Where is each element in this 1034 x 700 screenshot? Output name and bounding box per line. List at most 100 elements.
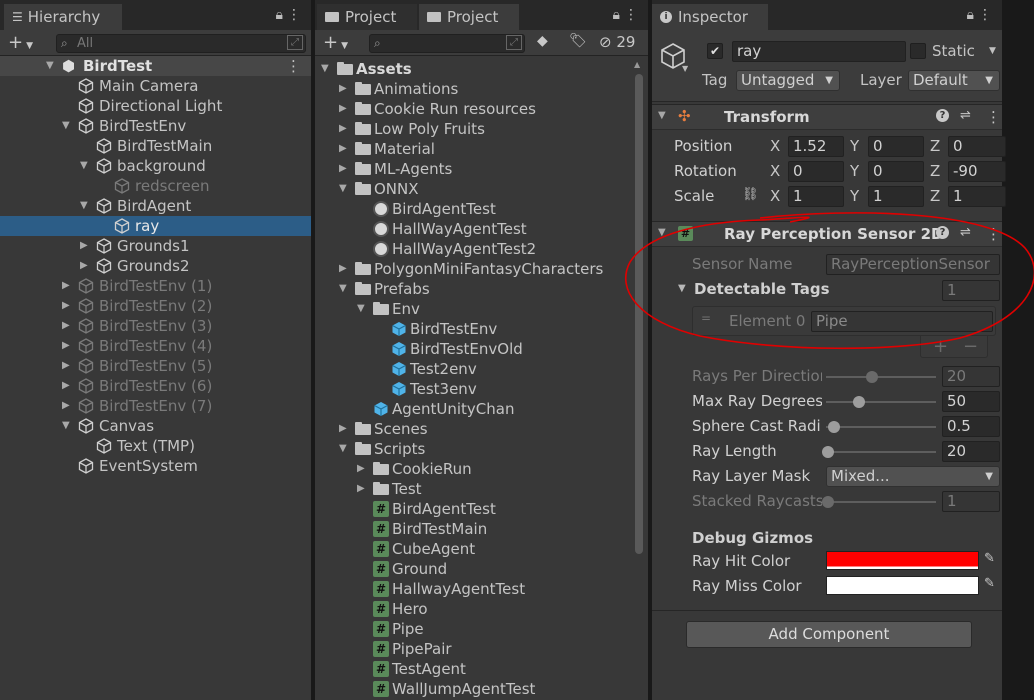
project-item[interactable]: ▶ ML-Agents <box>315 159 628 179</box>
rotation-y-field[interactable]: 0 <box>868 161 924 182</box>
tag-dropdown[interactable]: Untagged ▼ <box>736 70 840 91</box>
project-item[interactable]: BirdTestEnv <box>315 319 628 339</box>
ray-layer-mask-dropdown[interactable]: Mixed... ▼ <box>826 466 1000 487</box>
filter-by-label-icon[interactable]: 🏷︎ <box>569 33 587 49</box>
collapse-arrow-icon[interactable]: ▶ <box>339 79 347 99</box>
hierarchy-item[interactable]: ▶ BirdTestEnv (7) <box>0 396 311 416</box>
project-tab-menu[interactable]: 🔒︎⋮ <box>613 7 642 23</box>
expand-arrow-icon[interactable]: ▼ <box>357 299 365 319</box>
eyedropper-icon[interactable]: ✎ <box>984 551 995 566</box>
collapse-arrow-icon[interactable]: ▶ <box>62 316 70 336</box>
project-item[interactable]: ▶ Scenes <box>315 419 628 439</box>
collapse-arrow-icon[interactable]: ▶ <box>62 396 70 416</box>
hierarchy-item[interactable]: ▼ BirdAgent <box>0 196 311 216</box>
lock-icon[interactable]: 🔒︎ <box>613 7 624 23</box>
static-checkbox[interactable] <box>910 43 926 59</box>
rays-per-direction-field[interactable]: 20 <box>942 366 1000 387</box>
axis-x-label[interactable]: X <box>770 187 780 205</box>
project-item[interactable]: ▼ Prefabs <box>315 279 628 299</box>
expand-arrow-icon[interactable]: ▼ <box>62 116 70 136</box>
project-item[interactable]: # CubeAgent <box>315 539 628 559</box>
component-menu-icon[interactable]: ⋮ <box>986 108 1001 126</box>
scrollbar-thumb[interactable] <box>635 74 643 554</box>
hidden-packages-toggle[interactable]: ⊘ 29 <box>599 33 635 51</box>
ray-miss-color-swatch[interactable] <box>826 576 979 595</box>
scale-y-field[interactable]: 1 <box>868 186 924 207</box>
project-item[interactable]: # Pipe <box>315 619 628 639</box>
detectable-tags-label[interactable]: Detectable Tags <box>694 280 830 298</box>
hierarchy-item[interactable]: BirdTestMain <box>0 136 311 156</box>
collapse-arrow-icon[interactable]: ▶ <box>62 296 70 316</box>
project-item[interactable]: ▶ PolygonMiniFantasyCharacters <box>315 259 628 279</box>
hierarchy-item[interactable]: ▶ BirdTestEnv (6) <box>0 376 311 396</box>
position-z-field[interactable]: 0 <box>948 136 1006 157</box>
project-scrollbar[interactable]: ▲ <box>634 60 644 700</box>
project-item[interactable]: AgentUnityChan <box>315 399 628 419</box>
expand-arrow-icon[interactable]: ▼ <box>339 439 347 459</box>
project-item[interactable]: ▶ CookieRun <box>315 459 628 479</box>
hierarchy-item[interactable]: redscreen <box>0 176 311 196</box>
hierarchy-item[interactable]: ▶ BirdTestEnv (3) <box>0 316 311 336</box>
hierarchy-item[interactable]: EventSystem <box>0 456 311 476</box>
expand-arrow-icon[interactable]: ▼ <box>62 416 70 436</box>
hierarchy-item[interactable]: ▶ BirdTestEnv (5) <box>0 356 311 376</box>
hierarchy-item[interactable]: Main Camera <box>0 76 311 96</box>
project-item[interactable]: ▶ Cookie Run resources <box>315 99 628 119</box>
element0-field[interactable]: Pipe <box>811 311 993 332</box>
expand-arrow-icon[interactable]: ▼ <box>339 279 347 299</box>
scroll-up-arrow-icon[interactable]: ▲ <box>634 60 640 69</box>
ray-length-slider-knob[interactable] <box>822 446 834 458</box>
project-item[interactable]: HallWayAgentTest <box>315 219 628 239</box>
collapse-arrow-icon[interactable]: ▶ <box>62 356 70 376</box>
hierarchy-item[interactable]: Text (TMP) <box>0 436 311 456</box>
tab-project-2[interactable]: Project <box>419 4 519 30</box>
project-item[interactable]: ▼ Scripts <box>315 439 628 459</box>
kebab-menu-icon[interactable]: ⋮ <box>287 7 305 23</box>
ray-length-field[interactable]: 20 <box>942 441 1000 462</box>
static-dropdown-icon[interactable]: ▼ <box>989 46 996 56</box>
hierarchy-search-input[interactable]: ⌕ All ⤢ <box>56 34 306 53</box>
create-dropdown-button[interactable]: + ▼ <box>8 32 33 53</box>
eyedropper-icon[interactable]: ✎ <box>984 576 995 591</box>
hierarchy-item[interactable]: ▶ BirdTestEnv (1) <box>0 276 311 296</box>
object-name-field[interactable]: ray <box>732 41 906 62</box>
project-item[interactable]: ▼ Assets <box>315 59 628 79</box>
project-item[interactable]: HallWayAgentTest2 <box>315 239 628 259</box>
hierarchy-item[interactable]: ▼ background <box>0 156 311 176</box>
max-ray-degrees-slider-track[interactable] <box>826 401 936 403</box>
collapse-arrow-icon[interactable]: ▶ <box>62 336 70 356</box>
rays-per-direction-slider-track[interactable] <box>826 376 936 378</box>
active-checkbox[interactable]: ✔ <box>707 43 723 59</box>
project-item[interactable]: # TestAgent <box>315 659 628 679</box>
collapse-arrow-icon[interactable]: ▶ <box>357 459 365 479</box>
expand-arrow-icon[interactable]: ▼ <box>658 110 666 121</box>
project-search-input[interactable]: ⌕ ⤢ <box>369 34 525 53</box>
sphere-cast-radius-slider-knob[interactable] <box>827 421 840 433</box>
collapse-arrow-icon[interactable]: ▶ <box>339 259 347 279</box>
project-item[interactable]: ▶ Low Poly Fruits <box>315 119 628 139</box>
ray-length-slider-track[interactable] <box>826 451 936 453</box>
project-item[interactable]: ▶ Test <box>315 479 628 499</box>
collapse-arrow-icon[interactable]: ▶ <box>339 159 347 179</box>
collapse-arrow-icon[interactable]: ▶ <box>339 99 347 119</box>
component-menu-icon[interactable]: ⋮ <box>986 225 1001 243</box>
project-item[interactable]: Test3env <box>315 379 628 399</box>
help-icon[interactable]: ? <box>936 226 949 239</box>
project-item[interactable]: ▼ Env <box>315 299 628 319</box>
project-item[interactable]: Test2env <box>315 359 628 379</box>
project-item[interactable]: ▶ Animations <box>315 79 628 99</box>
position-y-field[interactable]: 0 <box>868 136 924 157</box>
axis-z-label[interactable]: Z <box>930 162 940 180</box>
rays-per-direction-slider-knob[interactable] <box>866 371 878 383</box>
expand-arrow-icon[interactable]: ▼ <box>46 56 54 76</box>
expand-arrow-icon[interactable]: ▼ <box>658 227 666 238</box>
tab-hierarchy[interactable]: ☰ Hierarchy <box>4 4 122 30</box>
hierarchy-item[interactable]: ▼ BirdTestEnv <box>0 116 311 136</box>
create-dropdown-button[interactable]: + ▼ <box>323 32 348 53</box>
ray-perception-sensor-header[interactable]: ▼ # Ray Perception Sensor 2D ? ⇌ ⋮ <box>652 221 1002 247</box>
project-item[interactable]: # PipePair <box>315 639 628 659</box>
project-item[interactable]: # WallJumpAgentTest <box>315 679 628 699</box>
tab-inspector[interactable]: i Inspector <box>652 4 768 30</box>
axis-x-label[interactable]: X <box>770 137 780 155</box>
project-item[interactable]: # Ground <box>315 559 628 579</box>
